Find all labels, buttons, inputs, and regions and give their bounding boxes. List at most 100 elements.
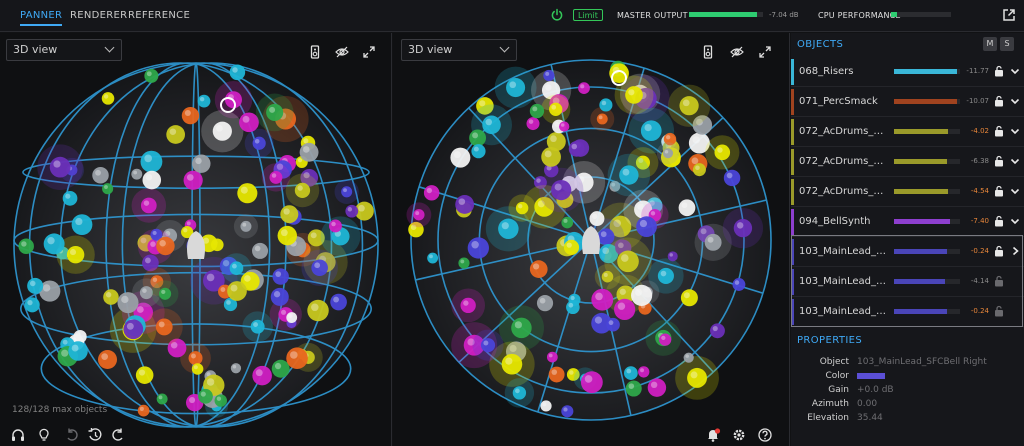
gear-icon[interactable] — [731, 427, 747, 443]
tab-renderer[interactable]: RENDERER — [70, 10, 127, 21]
external-window-icon[interactable] — [1002, 8, 1016, 22]
chevron-down-icon[interactable] — [1010, 216, 1020, 226]
view-mode-value: 3D view — [408, 43, 453, 56]
tab-reference[interactable]: REFERENCE — [128, 10, 190, 21]
headphones-icon[interactable] — [10, 427, 26, 443]
property-gain-label: Gain — [828, 385, 849, 395]
lock-icon[interactable] — [994, 65, 1004, 77]
speaker-icon[interactable] — [701, 45, 715, 59]
object-gain-meter — [894, 129, 960, 134]
object-row[interactable]: 072_AcDrums_… -4.02 — [791, 117, 1024, 147]
limit-badge[interactable]: Limit — [573, 9, 603, 21]
expand-icon[interactable] — [362, 45, 376, 59]
lock-icon[interactable] — [994, 275, 1004, 287]
power-icon[interactable] — [550, 8, 564, 22]
cpu-performance-label: CPU PERFORMANCE — [818, 11, 901, 20]
object-gain-meter — [894, 219, 960, 224]
chevron-down-icon[interactable] — [1010, 186, 1020, 196]
object-gain-value: -11.77 — [966, 67, 989, 75]
property-gain-value[interactable]: +0.0 dB — [857, 385, 894, 395]
object-gain-value: -7.40 — [970, 217, 989, 225]
object-name: 103_MainLead_… — [799, 246, 886, 257]
object-row[interactable]: 103_MainLead_… -0.24 — [791, 297, 1024, 327]
chevron-down-icon[interactable] — [1010, 126, 1020, 136]
visibility-off-icon[interactable] — [730, 45, 744, 59]
speaker-sphere-left[interactable] — [0, 33, 392, 446]
chevron-down-icon — [104, 42, 115, 53]
view-mode-dropdown-right[interactable]: 3D view — [401, 39, 517, 61]
speaker-icon[interactable] — [308, 45, 322, 59]
object-gain-value: -0.24 — [970, 307, 989, 315]
object-color-swatch — [791, 209, 794, 235]
lock-icon[interactable] — [994, 95, 1004, 107]
lightbulb-icon[interactable] — [36, 427, 52, 443]
object-gain-meter — [894, 189, 960, 194]
object-gain-value: -0.24 — [970, 247, 989, 255]
chevron-down-icon[interactable] — [1010, 156, 1020, 166]
object-gain-value: -6.38 — [970, 157, 989, 165]
object-gain-value: -4.54 — [970, 187, 989, 195]
chevron-down-icon[interactable] — [1010, 96, 1020, 106]
object-color-swatch — [791, 89, 794, 115]
lock-icon[interactable] — [994, 155, 1004, 167]
object-gain-meter — [894, 69, 960, 74]
property-color-swatch[interactable] — [857, 373, 885, 379]
lock-icon[interactable] — [994, 245, 1004, 257]
object-gain-value: -4.14 — [970, 277, 989, 285]
object-gain-meter — [894, 159, 960, 164]
side-panel: OBJECTS M S 068_Risers -11.77 071_PercSmac… — [791, 33, 1024, 446]
object-row[interactable]: 103_MainLead_… -0.24 — [791, 237, 1024, 267]
visibility-off-icon[interactable] — [335, 45, 349, 59]
object-name: 068_Risers — [799, 66, 854, 77]
view-mode-dropdown-left[interactable]: 3D view — [6, 39, 122, 61]
object-color-swatch — [791, 269, 794, 295]
object-name: 103_MainLead_… — [799, 276, 886, 287]
property-object-value: 103_MainLead_SFCBell Right — [857, 357, 987, 367]
chevron-down-icon — [499, 42, 510, 53]
object-color-swatch — [791, 239, 794, 265]
redo-icon[interactable] — [110, 427, 126, 443]
object-name: 094_BellSynth — [799, 216, 871, 227]
property-azimuth-label: Azimuth — [811, 399, 849, 409]
property-azimuth-value[interactable]: 0.00 — [857, 399, 877, 409]
object-row[interactable]: 068_Risers -11.77 — [791, 57, 1024, 87]
property-elevation-value[interactable]: 35.44 — [857, 413, 883, 423]
help-icon[interactable] — [757, 427, 773, 443]
solo-button[interactable]: S — [1000, 37, 1014, 51]
view-mode-value: 3D view — [13, 43, 58, 56]
notification-bell-icon[interactable] — [705, 427, 721, 443]
max-objects-counter: 128/128 max objects — [12, 405, 108, 415]
object-row[interactable]: 103_MainLead_… -4.14 — [791, 267, 1024, 297]
lock-icon[interactable] — [994, 215, 1004, 227]
object-gain-value: -10.07 — [966, 97, 989, 105]
object-gain-meter — [894, 279, 960, 284]
chevron-down-icon[interactable] — [1010, 66, 1020, 76]
object-row[interactable]: 072_AcDrums_… -6.38 — [791, 147, 1024, 177]
objects-title: OBJECTS — [797, 39, 844, 50]
undo-icon[interactable] — [64, 427, 80, 443]
lock-icon[interactable] — [994, 125, 1004, 137]
lock-icon[interactable] — [994, 185, 1004, 197]
history-icon[interactable] — [87, 427, 103, 443]
tab-panner[interactable]: PANNER — [20, 10, 63, 26]
object-color-swatch — [791, 299, 794, 325]
mute-button[interactable]: M — [983, 37, 997, 51]
object-row[interactable]: 072_AcDrums_… -4.54 — [791, 177, 1024, 207]
object-row[interactable]: 094_BellSynth -7.40 — [791, 207, 1024, 237]
lock-icon[interactable] — [994, 305, 1004, 317]
cpu-performance-meter — [891, 12, 951, 17]
expand-icon[interactable] — [758, 45, 772, 59]
object-name: 071_PercSmack — [799, 96, 878, 107]
speaker-sphere-right[interactable] — [393, 33, 790, 446]
master-output-label: MASTER OUTPUT — [617, 11, 688, 20]
master-output-meter — [689, 12, 763, 17]
chevron-right-icon[interactable] — [1010, 246, 1020, 256]
object-gain-meter — [894, 309, 960, 314]
object-row[interactable]: 071_PercSmack -10.07 — [791, 87, 1024, 117]
view-left: 3D view 128/128 max objects — [0, 33, 392, 446]
object-color-swatch — [791, 59, 794, 85]
property-elevation-label: Elevation — [807, 413, 849, 423]
object-name: 072_AcDrums_… — [799, 186, 884, 197]
property-object-label: Object — [819, 357, 849, 367]
object-name: 072_AcDrums_… — [799, 126, 884, 137]
